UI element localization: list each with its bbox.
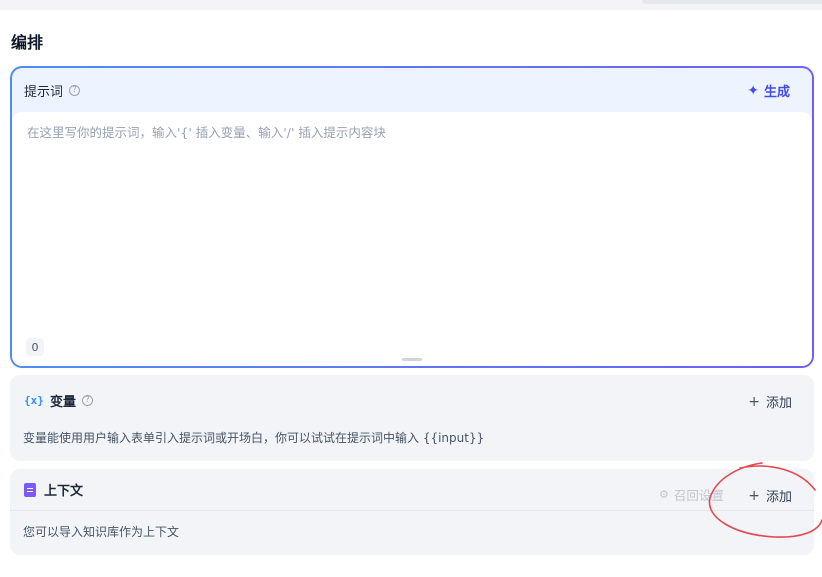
variables-header: {x} 变量 ?: [10, 375, 814, 425]
recall-settings-button[interactable]: ⚙ 召回设置: [659, 485, 724, 504]
variables-title: 变量: [50, 394, 77, 410]
variables-card: {x} 变量 ? + 添加 变量能使用用户输入表单引入提示词或开场白，你可以试试…: [10, 375, 814, 461]
recall-settings-label: 召回设置: [673, 488, 724, 503]
plus-icon: +: [748, 487, 760, 504]
add-variable-button[interactable]: + 添加: [748, 392, 792, 412]
prompt-editor-inner: 提示词 ? ✦ 生成 在这里写你的提示词，输入'{' 插入变量、输入'/' 插入…: [12, 68, 812, 366]
variable-icon: {x}: [24, 393, 44, 407]
top-bar: [0, 0, 822, 10]
document-icon: [24, 482, 36, 497]
sparkle-icon: ✦: [747, 82, 759, 99]
prompt-textarea[interactable]: 在这里写你的提示词，输入'{' 插入变量、输入'/' 插入提示内容块 0: [12, 112, 812, 366]
context-description: 您可以导入知识库作为上下文: [23, 525, 180, 539]
help-icon[interactable]: ?: [82, 394, 94, 406]
resize-handle[interactable]: [402, 358, 422, 361]
top-bar-tab: [642, 0, 822, 4]
char-count-badge: 0: [26, 338, 44, 356]
variables-description: 变量能使用用户输入表单引入提示词或开场白，你可以试试在提示词中输入 {{inpu…: [23, 431, 485, 445]
prompt-label: 提示词: [24, 84, 64, 100]
prompt-placeholder: 在这里写你的提示词，输入'{' 插入变量、输入'/' 插入提示内容块: [27, 125, 386, 140]
settings-icon: ⚙: [659, 488, 669, 501]
section-title: 编排: [11, 33, 44, 52]
add-context-button[interactable]: + 添加: [748, 486, 792, 506]
prompt-editor-card: 提示词 ? ✦ 生成 在这里写你的提示词，输入'{' 插入变量、输入'/' 插入…: [10, 66, 814, 368]
plus-icon: +: [748, 393, 760, 410]
add-variable-label: 添加: [765, 396, 792, 411]
context-card: 上下文 ⚙ 召回设置 + 添加 您可以导入知识库作为上下文: [10, 469, 814, 555]
generate-button[interactable]: ✦ 生成: [747, 81, 790, 101]
help-icon[interactable]: ?: [69, 84, 81, 96]
generate-label: 生成: [763, 85, 790, 100]
add-context-label: 添加: [765, 490, 792, 505]
prompt-header: 提示词 ?: [12, 68, 812, 112]
context-title: 上下文: [44, 484, 84, 499]
